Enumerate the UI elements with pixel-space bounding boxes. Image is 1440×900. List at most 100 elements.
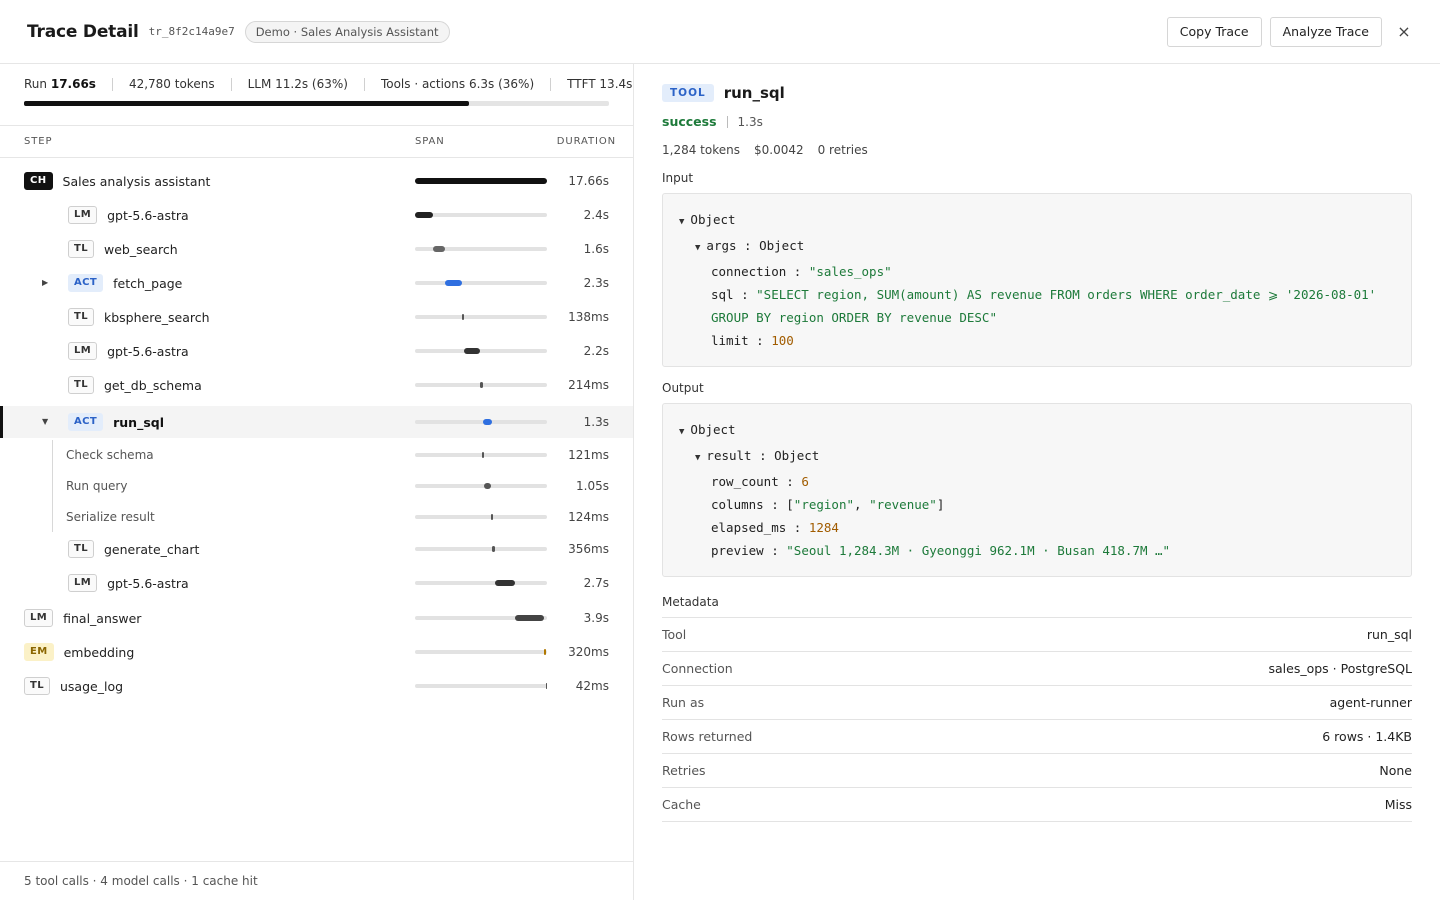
json-result-node[interactable]: ▼ result : Object: [679, 444, 1395, 470]
tool-type-badge: TOOL: [662, 84, 714, 102]
column-header: STEP SPAN DURATION: [0, 126, 633, 158]
subspan-row-run-query[interactable]: Run query 1.05s: [0, 470, 633, 501]
metadata-section-label: Metadata: [662, 595, 1412, 618]
span-track: [415, 280, 547, 286]
trace-row-get-db-schema[interactable]: TL get_db_schema 214ms: [0, 368, 633, 402]
json-type: Object: [759, 238, 805, 253]
subspan-row-check-schema[interactable]: Check schema 121ms: [0, 439, 633, 470]
span-track: [415, 246, 547, 252]
json-root-node[interactable]: ▼ Object: [679, 418, 1395, 444]
run-prefix: Run: [24, 77, 48, 91]
metadata-label: Rows returned: [662, 729, 753, 744]
chain-tag: CH: [24, 172, 53, 190]
caret-down-icon[interactable]: ▼: [695, 243, 700, 253]
header-bar: Trace Detail tr_8f2c14a9e7 Demo · Sales …: [0, 0, 1440, 64]
trace-row-web-search[interactable]: TL web_search 1.6s: [0, 232, 633, 266]
collapse-caret-icon[interactable]: ▼: [42, 417, 48, 426]
trace-row-final-answer[interactable]: LM final_answer 3.9s: [0, 601, 633, 635]
row-duration: 356ms: [568, 542, 609, 556]
detail-tokens: 1,284 tokens: [662, 143, 740, 157]
trace-row-run-sql[interactable]: ▼ ACT run_sql 1.3s: [0, 406, 633, 438]
metadata-value: None: [1379, 763, 1412, 778]
row-label: generate_chart: [104, 541, 200, 557]
json-string: "sales_ops": [808, 264, 892, 279]
row-label: Sales analysis assistant: [62, 173, 211, 189]
analyze-trace-button[interactable]: Analyze Trace: [1269, 16, 1382, 47]
row-duration: 42ms: [575, 679, 609, 693]
detail-retries: 0 retries: [817, 143, 868, 157]
json-args-node[interactable]: ▼ args : Object: [679, 234, 1395, 260]
metadata-row-rows-returned: Rows returned 6 rows · 1.4KB: [662, 720, 1412, 754]
span-track: [415, 178, 547, 184]
caret-down-icon[interactable]: ▼: [679, 217, 684, 227]
span-segment: [546, 683, 547, 689]
trace-footer-summary: 5 tool calls · 4 model calls · 1 cache h…: [0, 861, 633, 900]
row-label: run_sql: [113, 414, 164, 430]
span-detail-panel: TOOL run_sql success 1.3s 1,284 tokens $…: [634, 64, 1440, 900]
subspan-row-serialize-result[interactable]: Serialize result 124ms: [0, 501, 633, 532]
row-label: final_answer: [63, 610, 142, 626]
row-label: fetch_page: [113, 275, 183, 291]
output-json-viewer[interactable]: ▼ Object ▼ result : Object row_count : 6 c…: [662, 403, 1412, 577]
subspan-label: Serialize result: [66, 509, 155, 524]
json-line: limit : 100: [711, 333, 794, 348]
metadata-row-run-as: Run as agent-runner: [662, 686, 1412, 720]
tool-tag: TL: [68, 376, 94, 394]
tools-stat: Tools · actions 6.3s (36%): [363, 78, 550, 91]
row-label: embedding: [63, 644, 135, 660]
caret-down-icon[interactable]: ▼: [695, 453, 700, 463]
action-tag: ACT: [68, 274, 104, 292]
trace-row-gpt-astra-1[interactable]: LM gpt-5.6-astra 2.4s: [0, 198, 633, 232]
llm-tag: LM: [68, 206, 98, 224]
row-label: gpt-5.6-astra: [107, 343, 189, 359]
json-key: result: [706, 448, 752, 463]
row-duration: 138ms: [568, 310, 609, 324]
metadata-value: 6 rows · 1.4KB: [1322, 729, 1412, 744]
json-line: elapsed_ms : 1284: [711, 520, 839, 535]
demo-badge: Demo · Sales Analysis Assistant: [244, 20, 450, 43]
span-segment: [483, 419, 492, 425]
trace-row-fetch-page[interactable]: ▶ ACT fetch_page 2.3s: [0, 266, 633, 300]
close-icon[interactable]: ×: [1396, 22, 1412, 41]
metadata-value: run_sql: [1366, 627, 1412, 642]
run-summary: Run 17.66s 42,780 tokens LLM 11.2s (63%)…: [0, 64, 633, 126]
span-track: [415, 419, 547, 425]
json-key: columns: [711, 497, 764, 512]
run-value: 17.66s: [50, 77, 96, 91]
trace-row-gpt-astra-3[interactable]: LM gpt-5.6-astra 2.7s: [0, 566, 633, 600]
llm-stat: LLM 11.2s (63%): [230, 78, 364, 91]
trace-row-gpt-astra-2[interactable]: LM gpt-5.6-astra 2.2s: [0, 334, 633, 368]
trace-row-kbsphere-search[interactable]: TL kbsphere_search 138ms: [0, 300, 633, 334]
copy-trace-button[interactable]: Copy Trace: [1166, 16, 1262, 47]
json-line: sql : "SELECT region, SUM(amount) AS rev…: [711, 287, 1377, 325]
trace-row-sales-analysis-assistant[interactable]: CH Sales analysis assistant 17.66s: [0, 164, 633, 198]
status-badge: success: [662, 114, 717, 129]
trace-row-embedding[interactable]: EM embedding 320ms: [0, 635, 633, 669]
trace-row-generate-chart[interactable]: TL generate_chart 356ms: [0, 532, 633, 566]
span-track: [415, 314, 547, 320]
detail-duration: 1.3s: [737, 114, 763, 129]
trace-row-usage-log[interactable]: TL usage_log 42ms: [0, 669, 633, 703]
json-line: connection : "sales_ops": [711, 264, 892, 279]
span-track: [415, 483, 547, 489]
metadata-value: Miss: [1384, 797, 1412, 812]
tool-tag: TL: [68, 240, 94, 258]
caret-down-icon[interactable]: ▼: [679, 427, 684, 437]
expand-caret-icon[interactable]: ▶: [42, 278, 48, 287]
input-json-viewer[interactable]: ▼ Object ▼ args : Object connection : "sal…: [662, 193, 1412, 367]
trace-tree-panel: Run 17.66s 42,780 tokens LLM 11.2s (63%)…: [0, 64, 634, 900]
subspan-label: Check schema: [66, 447, 154, 462]
row-duration: 2.7s: [583, 576, 609, 590]
span-track: [415, 546, 547, 552]
json-line: columns : ["region", "revenue"]: [711, 497, 945, 512]
json-type: Object: [774, 448, 820, 463]
action-tag: ACT: [68, 413, 104, 431]
span-segment: [462, 314, 464, 320]
json-type: Object: [690, 422, 736, 437]
subspan-label: Run query: [66, 478, 128, 493]
json-root-node[interactable]: ▼ Object: [679, 208, 1395, 234]
json-string: "SELECT region, SUM(amount) AS revenue F…: [711, 287, 1377, 325]
row-label: usage_log: [60, 678, 124, 694]
span-segment: [492, 546, 495, 552]
span-segment: [464, 348, 480, 354]
